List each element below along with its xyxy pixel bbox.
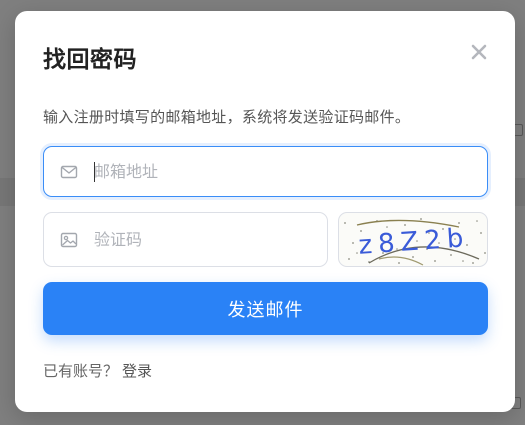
login-link[interactable]: 登录 — [122, 362, 152, 380]
captcha-code-input[interactable] — [94, 225, 294, 254]
login-prompt-text: 已有账号？ — [43, 362, 119, 380]
mail-icon — [60, 165, 78, 178]
captcha-text: z8Z2b — [357, 223, 470, 261]
close-icon — [471, 44, 487, 60]
close-button[interactable] — [469, 42, 489, 62]
send-email-button[interactable]: 发送邮件 — [43, 282, 488, 335]
email-input[interactable] — [94, 157, 434, 186]
login-prompt: 已有账号？ 登录 — [43, 360, 152, 381]
dialog-description: 输入注册时填写的邮箱地址，系统将发送验证码邮件。 — [43, 108, 411, 126]
captcha-image[interactable]: z8Z2b — [338, 212, 488, 267]
text-cursor — [94, 162, 95, 182]
captcha-code-field[interactable] — [43, 212, 328, 267]
forgot-password-dialog: 找回密码 输入注册时填写的邮箱地址，系统将发送验证码邮件。 邮箱地址 验证码 z… — [15, 11, 515, 412]
dialog-title: 找回密码 — [43, 47, 137, 73]
email-field[interactable] — [43, 146, 488, 197]
image-icon — [60, 232, 78, 247]
